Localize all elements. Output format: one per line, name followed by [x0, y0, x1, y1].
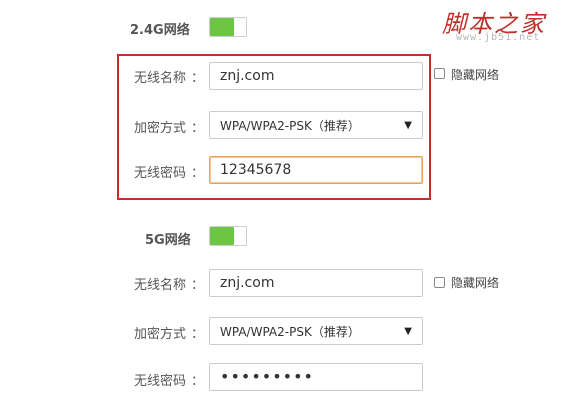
ssid-label-24g: 无线名称 — [134, 71, 187, 86]
ssid-colon-24g: ： — [191, 71, 205, 86]
security-colon-5g: ： — [191, 327, 205, 342]
password-label-24g: 无线密码 — [134, 166, 187, 181]
password-value-24g: 12345678 — [220, 162, 292, 178]
ssid-value-5g: znj.com — [220, 275, 275, 291]
security-label-24g: 加密方式 — [134, 121, 187, 136]
security-value-5g: WPA/WPA2-PSK（推荐） — [220, 324, 360, 339]
password-colon-24g: ： — [191, 166, 205, 181]
password-label-5g: 无线密码 — [134, 374, 187, 389]
hide-network-label-24g: 隐藏网络 — [451, 68, 500, 82]
toggle-on-indicator — [210, 18, 234, 36]
password-value-5g: ••••••••• — [220, 367, 314, 386]
chevron-down-icon: ▼ — [404, 325, 412, 337]
hide-network-label-5g: 隐藏网络 — [451, 276, 500, 290]
hide-network-checkbox-5g[interactable] — [434, 277, 445, 288]
security-colon-24g: ： — [191, 121, 205, 136]
ssid-colon-5g: ： — [191, 278, 205, 293]
ssid-value-24g: znj.com — [220, 68, 275, 84]
chevron-down-icon: ▼ — [404, 119, 412, 131]
password-input-5g[interactable]: ••••••••• — [209, 363, 423, 391]
ssid-input-5g[interactable]: znj.com — [209, 269, 423, 297]
security-label-5g: 加密方式 — [134, 327, 187, 342]
section-title-24g: 2.4G网络 — [130, 23, 190, 38]
security-select-5g[interactable]: WPA/WPA2-PSK（推荐） ▼ — [209, 317, 423, 345]
password-colon-5g: ： — [191, 374, 205, 389]
ssid-input-24g[interactable]: znj.com — [209, 62, 423, 90]
watermark-url: www.jb51.net — [456, 32, 541, 43]
toggle-5g[interactable] — [209, 226, 247, 246]
security-select-24g[interactable]: WPA/WPA2-PSK（推荐） ▼ — [209, 111, 423, 139]
toggle-on-indicator — [210, 227, 234, 245]
ssid-label-5g: 无线名称 — [134, 278, 187, 293]
toggle-24g[interactable] — [209, 17, 247, 37]
password-input-24g[interactable]: 12345678 — [209, 156, 423, 184]
section-title-5g: 5G网络 — [145, 233, 191, 248]
security-value-24g: WPA/WPA2-PSK（推荐） — [220, 118, 360, 133]
hide-network-checkbox-24g[interactable] — [434, 68, 445, 79]
